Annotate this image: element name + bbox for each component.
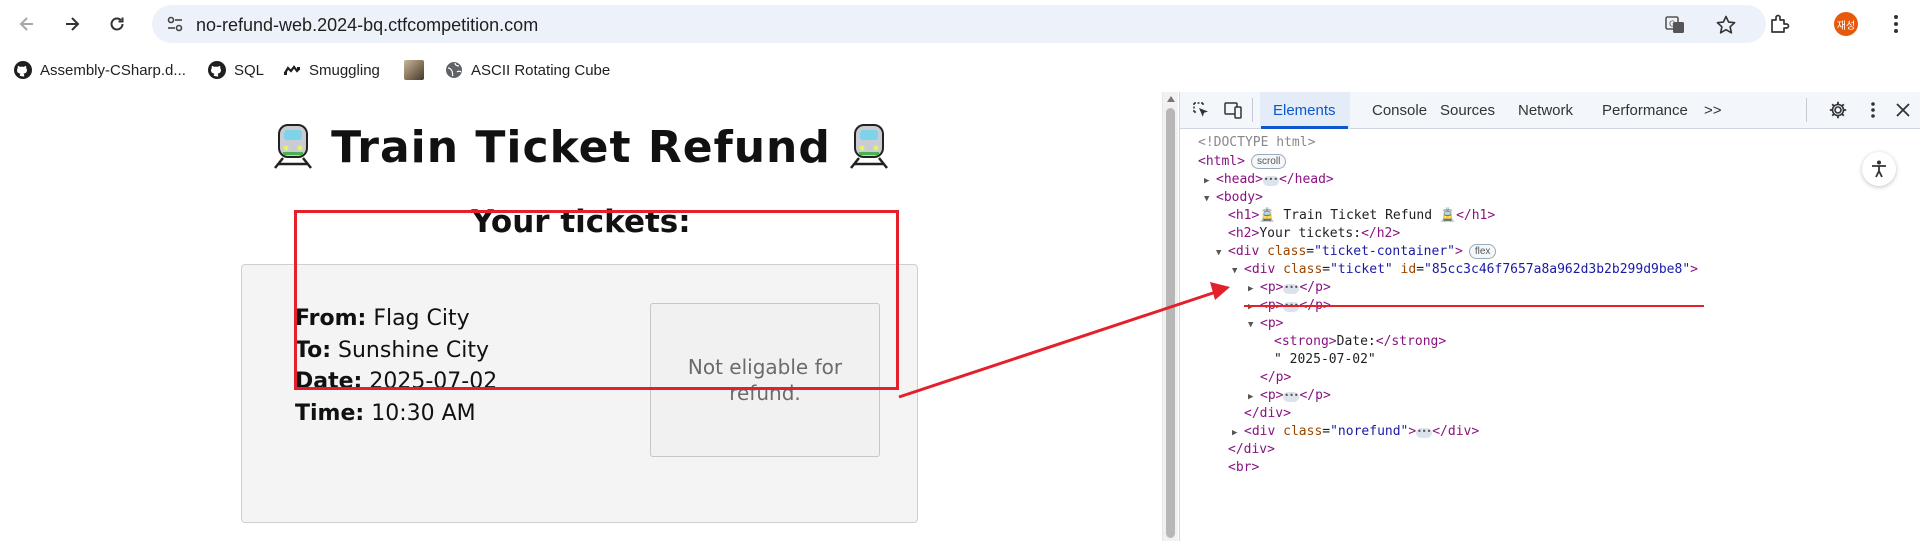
annotation-underline — [1244, 305, 1704, 307]
browser-toolbar: no-refund-web.2024-bq.ctfcompetition.com… — [0, 0, 1920, 48]
ellipsis-badge[interactable]: ••• — [1283, 392, 1300, 402]
bookmark-assembly[interactable]: Assembly-CSharp.d... — [14, 59, 186, 81]
ellipsis-badge[interactable]: ••• — [1262, 176, 1279, 186]
ticket-time: Time: 10:30 AM — [295, 398, 645, 430]
tab-sources[interactable]: Sources — [1440, 92, 1495, 129]
svg-text:G: G — [1669, 20, 1675, 29]
dom-br[interactable]: <br> — [1228, 457, 1259, 478]
address-bar[interactable]: no-refund-web.2024-bq.ctfcompetition.com… — [152, 5, 1766, 43]
toolbar-separator — [1806, 98, 1807, 122]
smuggling-icon — [283, 61, 301, 79]
flex-badge[interactable]: flex — [1468, 244, 1497, 259]
tab-console[interactable]: Console — [1372, 92, 1427, 129]
toolbar-separator — [1252, 98, 1253, 122]
reload-button[interactable] — [103, 10, 131, 38]
collapse-triangle-icon[interactable]: ▼ — [1248, 315, 1260, 336]
ticket-time-label: Time: — [295, 400, 365, 426]
tab-performance[interactable]: Performance — [1602, 92, 1688, 129]
translate-icon[interactable]: G — [1664, 14, 1686, 36]
reload-icon — [110, 17, 124, 31]
devtools-more-icon[interactable] — [1863, 100, 1883, 120]
more-tabs-button[interactable]: >> — [1704, 92, 1722, 129]
bookmark-label: SQL — [234, 61, 265, 79]
bookmark-smuggling[interactable]: Smuggling — [283, 59, 380, 81]
arrow-left-icon — [19, 17, 33, 31]
url-text[interactable]: no-refund-web.2024-bq.ctfcompetition.com — [196, 15, 538, 36]
dom-tree: <!DOCTYPE html> <html> scroll ▶ <head>•••<… — [1180, 132, 1920, 541]
scroll-badge[interactable]: scroll — [1250, 154, 1287, 169]
bookmark-star-icon[interactable] — [1715, 14, 1737, 36]
page-scrollbar[interactable] — [1162, 92, 1178, 541]
ellipsis-badge[interactable]: ••• — [1416, 428, 1433, 438]
arrow-right-icon — [66, 17, 80, 31]
page-title: Train Ticket Refund — [0, 122, 1162, 173]
ellipsis-badge[interactable]: ••• — [1283, 284, 1300, 294]
collapse-triangle-icon[interactable]: ▼ — [1232, 261, 1244, 282]
collapse-triangle-icon[interactable]: ▼ — [1216, 243, 1228, 264]
collapse-triangle-icon[interactable]: ▼ — [1204, 189, 1216, 210]
settings-gear-icon[interactable] — [1828, 100, 1848, 120]
more-vert-icon[interactable] — [1886, 12, 1906, 36]
tab-elements[interactable]: Elements — [1261, 92, 1347, 129]
inspect-element-icon[interactable] — [1191, 100, 1211, 120]
train-icon — [274, 124, 313, 169]
ticket-time-value: 10:30 AM — [371, 400, 476, 426]
scroll-up-arrow-icon[interactable] — [1167, 96, 1175, 102]
bookmark-label: ASCII Rotating Cube — [471, 61, 611, 79]
train-emoji-icon: 🚊 — [1439, 208, 1457, 223]
extensions-puzzle-icon[interactable] — [1768, 12, 1792, 36]
github-icon — [208, 61, 226, 79]
bookmark-label: Assembly-CSharp.d... — [40, 61, 186, 79]
site-settings-icon[interactable] — [166, 15, 184, 33]
page-title-text: Train Ticket Refund — [331, 122, 831, 173]
train-emoji-icon: 🚊 — [1259, 208, 1276, 223]
bookmark-label: Smuggling — [309, 61, 380, 79]
devtools-toolbar: Elements Console Sources Network Perform… — [1180, 92, 1920, 129]
devtools-panel: Elements Console Sources Network Perform… — [1179, 92, 1920, 541]
annotation-highlight-box — [294, 210, 899, 390]
scroll-thumb[interactable] — [1166, 108, 1175, 538]
bookmark-ascii-cube[interactable]: ASCII Rotating Cube — [445, 59, 610, 81]
bookmark-image[interactable] — [404, 59, 424, 81]
close-devtools-icon[interactable] — [1893, 100, 1913, 120]
train-icon — [849, 124, 888, 169]
ellipsis-badge[interactable]: ••• — [1283, 302, 1300, 312]
tab-network[interactable]: Network — [1518, 92, 1573, 129]
dom-doctype[interactable]: <!DOCTYPE html> — [1198, 132, 1315, 153]
globe-icon — [445, 61, 463, 79]
profile-avatar[interactable]: 재성 — [1834, 12, 1858, 36]
github-icon — [14, 61, 32, 79]
device-toolbar-icon[interactable] — [1223, 100, 1243, 120]
back-button[interactable] — [13, 10, 41, 38]
bookmark-sql[interactable]: SQL — [208, 59, 264, 81]
bookmarks-bar: Assembly-CSharp.d... SQL Smuggling ASCII… — [0, 52, 1920, 88]
forward-button[interactable] — [58, 10, 86, 38]
accessibility-button[interactable] — [1862, 152, 1896, 186]
accessibility-icon — [1872, 160, 1886, 178]
image-thumb-icon — [404, 60, 424, 80]
